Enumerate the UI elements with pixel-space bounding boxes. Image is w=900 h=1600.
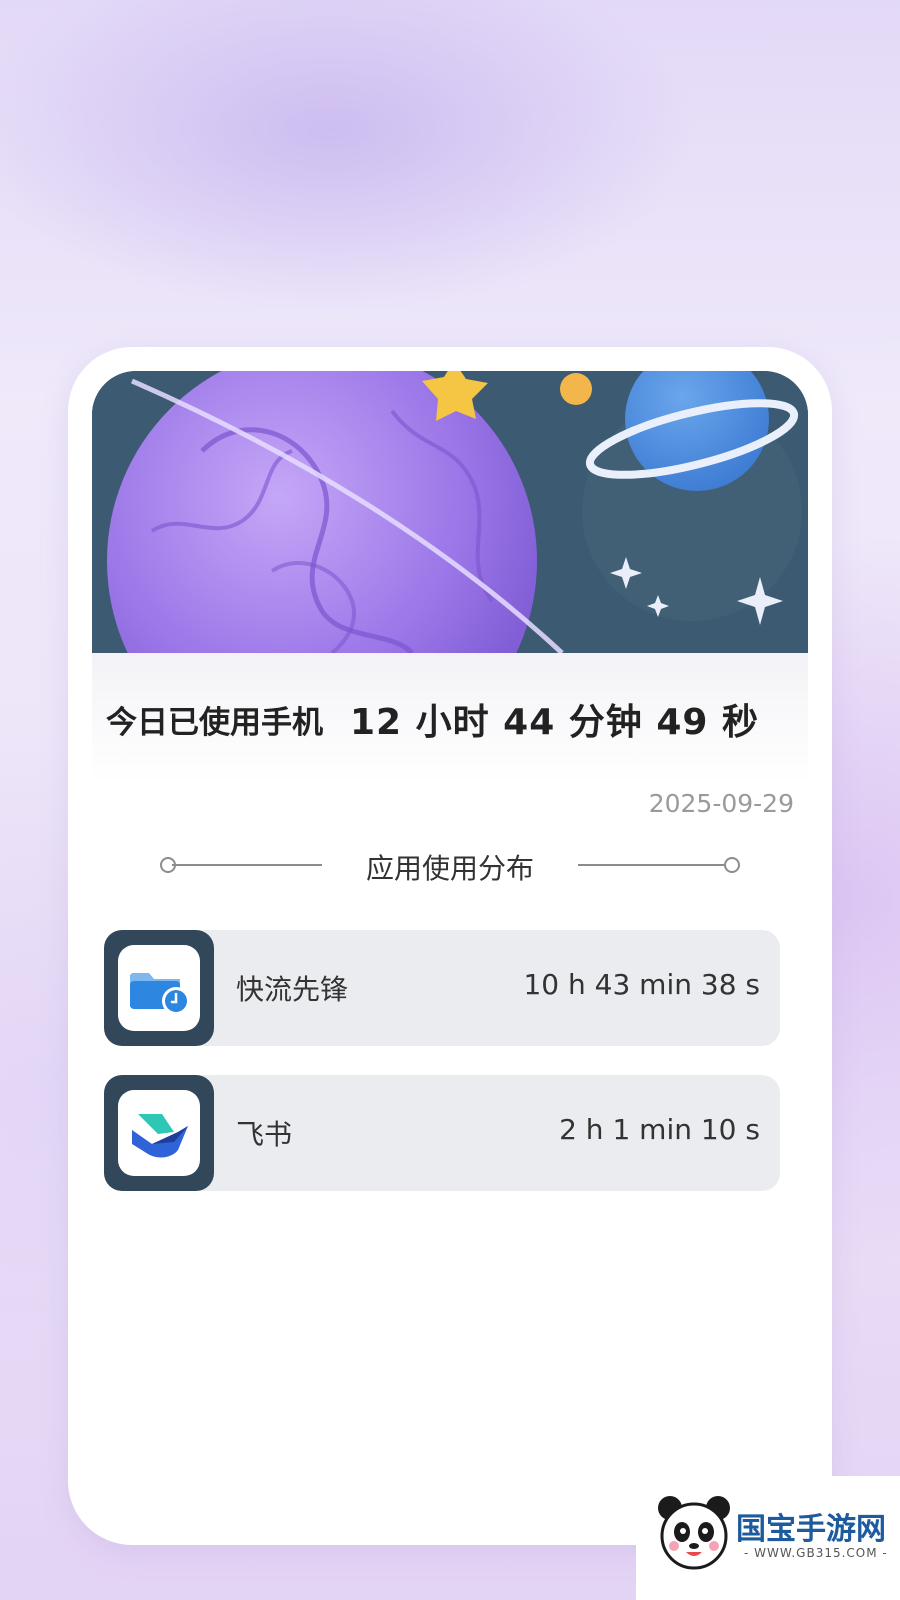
watermark-url: - WWW.GB315.COM - <box>744 1546 888 1560</box>
app-usage-time: 2 h 1 min 10 s <box>559 1113 760 1146</box>
app-name: 飞书 <box>236 1118 293 1151</box>
panda-logo-icon <box>658 1496 730 1570</box>
site-watermark: 国宝手游网 - WWW.GB315.COM - <box>636 1476 900 1600</box>
section-header: 应用使用分布 <box>160 845 740 885</box>
app-usage-row[interactable]: 飞书 2 h 1 min 10 s <box>104 1075 780 1191</box>
folder-clock-icon <box>118 945 200 1031</box>
usage-card: 今日已使用手机 12 小时 44 分钟 49 秒 2025-09-29 应用使用… <box>68 347 832 1545</box>
usage-label: 今日已使用手机 <box>106 705 323 741</box>
small-moon-icon <box>560 373 592 405</box>
feishu-bird-icon <box>118 1090 200 1176</box>
usage-date: 2025-09-29 <box>648 789 794 818</box>
watermark-site-name: 国宝手游网 <box>736 1512 886 1547</box>
app-icon-frame <box>104 930 214 1046</box>
divider-line <box>578 864 728 866</box>
usage-duration: 12 小时 44 分钟 49 秒 <box>350 702 759 743</box>
section-title: 应用使用分布 <box>365 852 534 885</box>
space-illustration-banner <box>92 371 808 653</box>
app-name: 快流先锋 <box>236 973 349 1006</box>
app-usage-row[interactable]: 快流先锋 10 h 43 min 38 s <box>104 930 780 1046</box>
divider-dot <box>724 857 740 873</box>
app-icon-frame <box>104 1075 214 1191</box>
app-usage-time: 10 h 43 min 38 s <box>523 968 760 1001</box>
usage-summary: 今日已使用手机 12 小时 44 分钟 49 秒 <box>92 653 808 783</box>
